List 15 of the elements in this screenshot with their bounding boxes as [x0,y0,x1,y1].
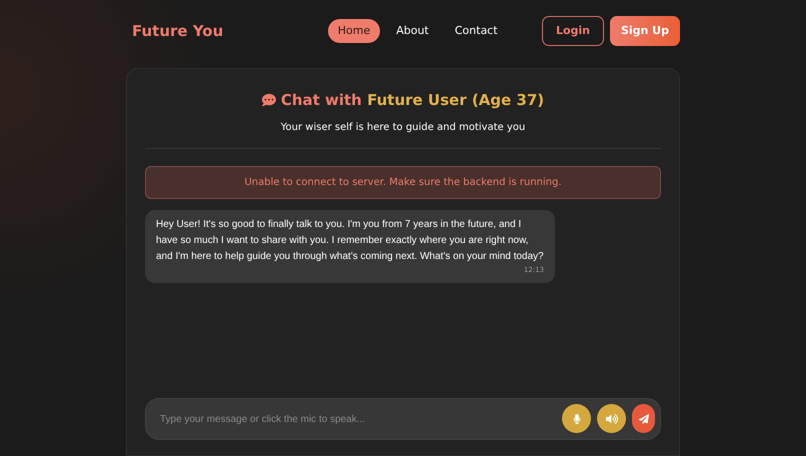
signup-button[interactable]: Sign Up [610,16,680,46]
nav-link[interactable]: About [386,18,439,44]
error-banner: Unable to connect to server. Make sure the backend is running. [145,166,661,198]
nav-link[interactable]: Contact [444,18,508,44]
speaker-icon [606,412,618,424]
message-text: Hey User! It's so good to finally talk to you. I'm you from 7 years in the future, and I have so much I want to share with you. I remember exactly where you are right now, and I'm here to help guide you through what's coming next. What's on your mind today? [156,218,544,264]
nav-link[interactable]: Home [328,18,380,44]
message-input-field[interactable]: Type your message or click the mic to speak... [145,398,661,440]
brand-logo[interactable]: Future You [132,20,224,42]
chat-title: Chat with Future User (Age 37) [280,90,544,111]
send-icon [638,414,648,424]
chat-subtitle: Your wiser self is here to guide and motivate you [280,120,526,134]
login-button[interactable]: Login [542,16,604,46]
chat-bubble-icon [262,93,276,108]
microphone-icon [572,414,582,424]
